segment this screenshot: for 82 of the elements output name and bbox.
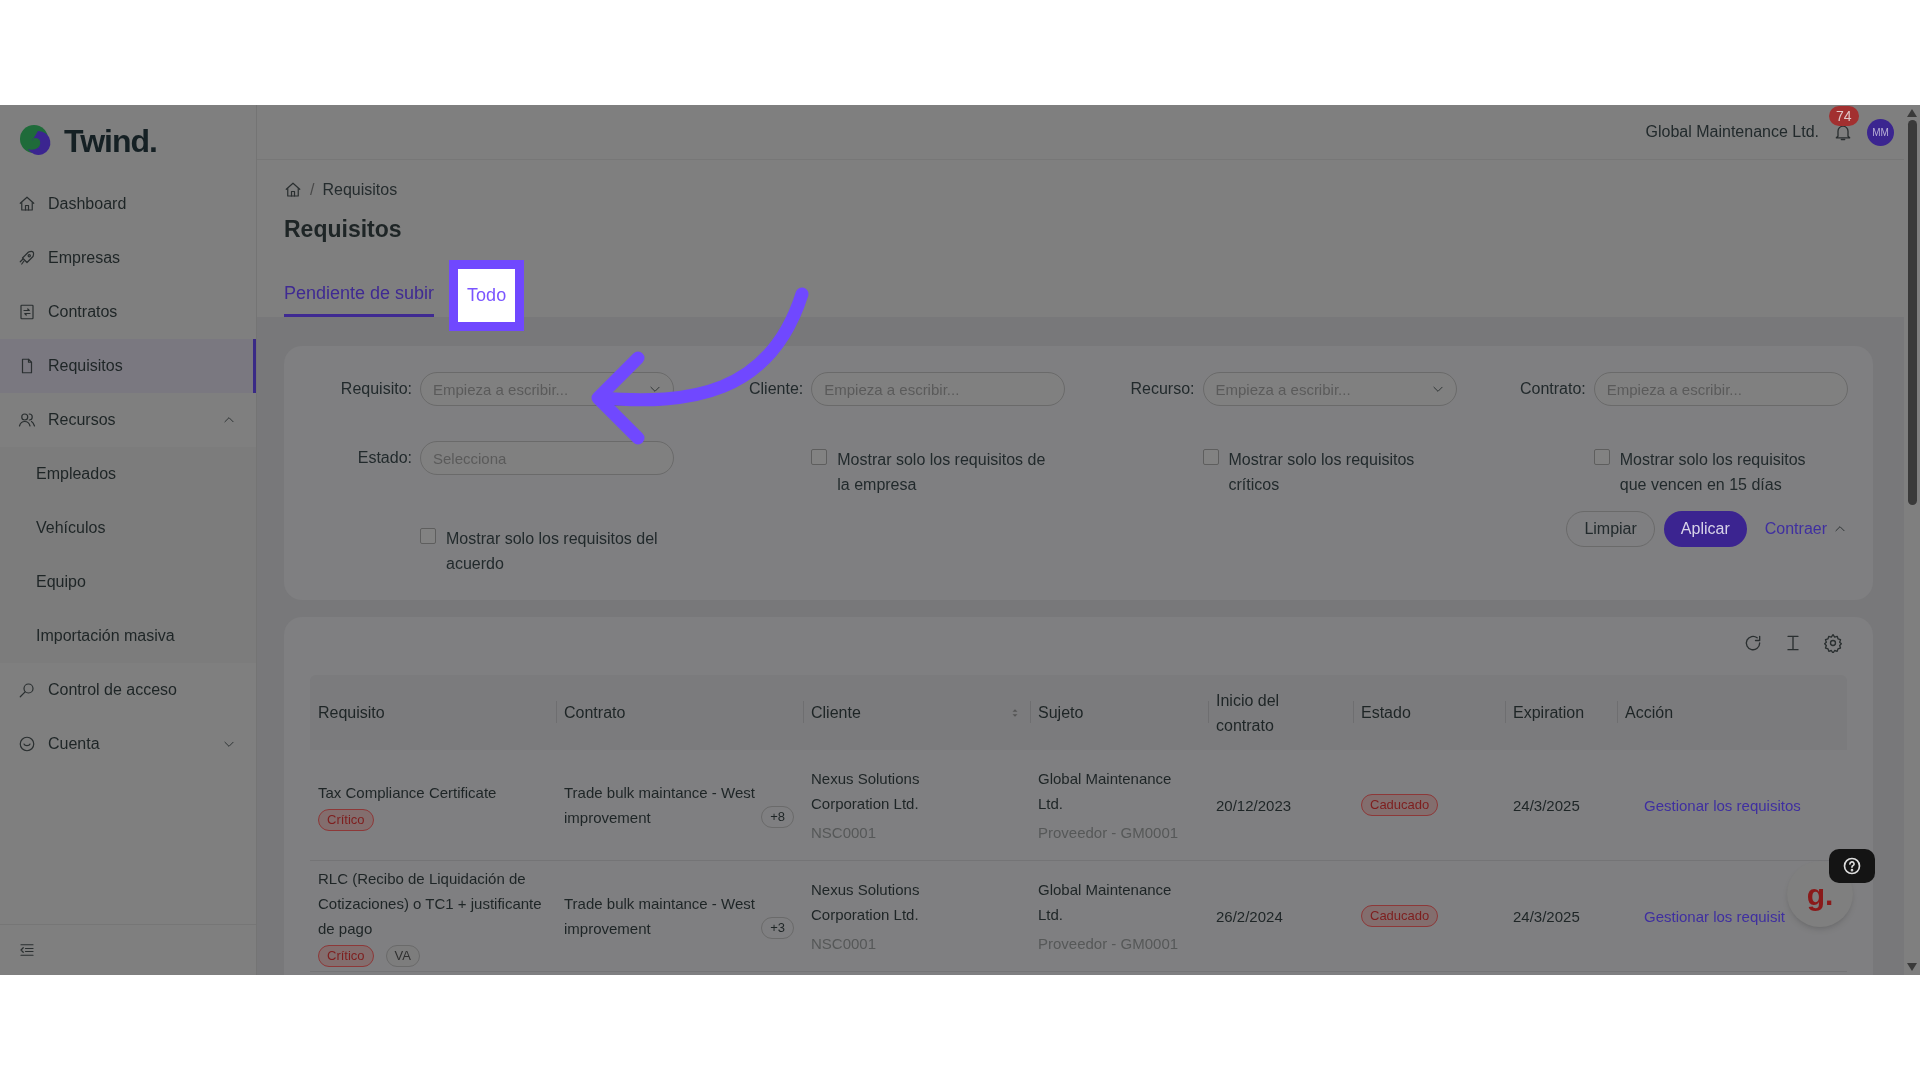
checkbox-label: Mostrar solo los requisitos críticos [1228,450,1416,495]
manage-link[interactable]: Gestionar los requisitos [1644,792,1801,818]
rocket-icon [18,249,36,267]
tab[interactable]: Pendiente de subir [284,273,435,317]
table-cell-text: Trade bulk maintance - West improvement [564,783,756,828]
field-label: Cliente: [749,379,804,399]
checkbox-label: Mostrar solo los requisitos de la empresa [837,450,1047,495]
sidebar-subitem[interactable]: Equipo [0,555,256,609]
page-title: Requisitos [284,215,403,244]
home-icon [18,195,36,213]
checkbox-label: Mostrar solo los requisitos que vencen en 15 días [1619,450,1807,495]
sidebar-item[interactable]: Contratos [0,285,256,339]
collapse-link[interactable]: Contraer [1755,511,1847,547]
checkbox[interactable] [1202,449,1219,465]
sidebar-item[interactable]: Dashboard [0,177,256,231]
scrollbar[interactable] [1904,105,1920,975]
settings-button[interactable] [1823,633,1843,653]
table-cell-text: 24/3/2025 [1513,906,1580,927]
status-tag: Caducado [1361,905,1439,927]
table-cell-text: Nexus Solutions Corporation Ltd. [811,879,921,925]
user-avatar[interactable]: MM [1867,118,1894,146]
table-cell-text: 20/12/2023 [1216,795,1292,816]
sidebar-subitem[interactable]: Importación masiva [0,609,256,663]
help-button[interactable] [1829,849,1875,883]
table-cell-text: Tax Compliance Certificate [318,782,498,803]
field-label: Estado: [357,448,412,468]
breadcrumb-separator: / [310,180,315,200]
home-link[interactable] [284,181,302,199]
status-tag: Caducado [1361,794,1439,816]
sidebar-subitem[interactable]: Vehículos [0,501,256,555]
collapse-sidebar-button[interactable] [18,941,36,959]
critical-tag: Crítico [318,808,374,831]
checkbox-label: Mostrar solo los requisitos del acuerdo [446,529,658,574]
table-cell-text: 26/2/2024 [1216,906,1283,927]
table-cell-text: Trade bulk maintance - West improvement [564,894,756,939]
table-cell-text: RLC (Recibo de Liquidación de Cotizaciones) o TC1 + justificante de pago [318,868,543,939]
table-cell-text: 24/3/2025 [1513,795,1580,816]
sidebar-item[interactable]: Recursos [0,393,256,447]
field-label: Requisito: [340,379,412,399]
notification-badge: 74 [1829,106,1859,126]
column-header: Acción [1625,703,1674,723]
column-header: Sujeto [1038,703,1084,723]
field-label: Recurso: [1130,379,1195,399]
checkbox[interactable] [1593,449,1610,465]
column-header[interactable]: Cliente [811,700,861,725]
sidebar-item[interactable]: Requisitos [0,339,256,393]
home-icon [284,181,302,199]
refresh-button[interactable] [1743,633,1763,653]
settings-icon [1823,633,1843,653]
breadcrumb-item: Requisitos [322,180,398,200]
users-icon [18,411,36,429]
company-name: Global Maintenance Ltd. [1645,122,1819,142]
refresh-icon [1743,633,1763,653]
contract-icon [18,303,36,321]
column-header: Requisito [318,703,385,723]
checkbox[interactable] [420,528,436,544]
critical-tag: Crítico [318,944,374,967]
column-header: Expiration [1513,703,1585,723]
logo-text: Twind. [64,122,157,161]
column-header: Estado [1361,703,1411,723]
table-cell-text: Global Maintenance Ltd. [1038,879,1173,925]
column-header: Inicio del contrato [1216,690,1281,736]
scroll-down-icon[interactable] [1907,963,1917,971]
scroll-up-icon[interactable] [1907,109,1917,117]
collapse-icon [18,941,36,959]
sidebar-item[interactable]: Empresas [0,231,256,285]
apply-button[interactable]: Aplicar [1663,511,1747,547]
sidebar-item[interactable]: Control de acceso [0,663,256,717]
smiley-icon [18,735,36,753]
sidebar-subitem[interactable]: Empleados [0,447,256,501]
search-icon [18,681,36,699]
manage-link[interactable]: Gestionar los requisit [1644,903,1785,929]
column-header: Contrato [564,703,626,723]
tag: VA [385,944,420,967]
help-icon [1842,856,1862,876]
tab[interactable]: Todo [449,259,525,331]
checkbox[interactable] [811,449,828,465]
table-cell-text: Nexus Solutions Corporation Ltd. [811,768,921,814]
field-label: Contrato: [1519,379,1586,399]
sidebar-item[interactable]: Cuenta [0,717,256,771]
table-cell-text: Global Maintenance Ltd. [1038,768,1173,814]
scrollbar-thumb[interactable] [1907,120,1917,505]
